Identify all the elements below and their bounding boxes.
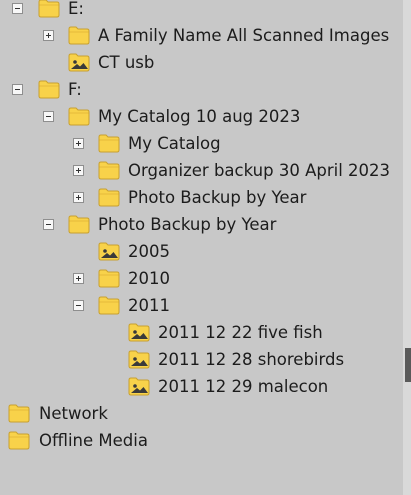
tree-node-label: Offline Media: [39, 431, 148, 450]
folder-icon: [38, 0, 60, 18]
collapse-icon[interactable]: [12, 84, 23, 95]
folder-icon: [98, 134, 120, 153]
tree-node-shorebirds[interactable]: 2011 12 28 shorebirds: [0, 347, 403, 374]
folder-icon: [68, 215, 90, 234]
folder-icon: [38, 80, 60, 99]
folder-icon: [68, 107, 90, 126]
collapse-icon[interactable]: [73, 300, 84, 311]
tree-node-offline-media[interactable]: Offline Media: [0, 428, 403, 455]
scrollbar-thumb[interactable]: [405, 348, 411, 382]
tree-node-label: 2011 12 28 shorebirds: [158, 350, 345, 369]
expand-icon[interactable]: [73, 273, 84, 284]
collapse-icon[interactable]: [43, 219, 54, 230]
tree-node-label: CT usb: [98, 53, 155, 72]
tree-node-2005[interactable]: 2005: [0, 239, 403, 266]
expand-icon[interactable]: [43, 30, 54, 41]
folder-icon: [98, 296, 120, 315]
vertical-scrollbar[interactable]: [403, 0, 411, 495]
folder-icon: [98, 161, 120, 180]
collapse-icon[interactable]: [12, 3, 23, 14]
tree-node-my-catalog[interactable]: My Catalog: [0, 131, 403, 158]
tree-node-family-images[interactable]: A Family Name All Scanned Images: [0, 23, 403, 50]
tree-node-ct-usb[interactable]: CT usb: [0, 50, 403, 77]
image-folder-icon: [68, 53, 90, 72]
folder-icon: [98, 269, 120, 288]
tree-node-label: 2005: [128, 242, 170, 261]
tree-node-label: My Catalog 10 aug 2023: [98, 107, 301, 126]
tree-node-2010[interactable]: 2010: [0, 266, 403, 293]
expand-icon[interactable]: [73, 138, 84, 149]
tree-node-photo-backup-year[interactable]: Photo Backup by Year: [0, 212, 403, 239]
tree-node-label: Network: [39, 404, 108, 423]
tree-node-label: Organizer backup 30 April 2023: [128, 161, 391, 180]
folder-icon: [8, 431, 30, 450]
tree-node-label: Photo Backup by Year: [128, 188, 307, 207]
tree-node-f-drive[interactable]: F:: [0, 77, 403, 104]
expand-icon[interactable]: [73, 192, 84, 203]
tree-node-my-catalog-aug[interactable]: My Catalog 10 aug 2023: [0, 104, 403, 131]
tree-node-label: 2011 12 29 malecon: [158, 377, 329, 396]
tree-node-network[interactable]: Network: [0, 401, 403, 428]
image-folder-icon: [98, 242, 120, 261]
tree-node-label: E:: [68, 0, 84, 18]
folder-icon: [68, 26, 90, 45]
tree-node-malecon[interactable]: 2011 12 29 malecon: [0, 374, 403, 401]
tree-node-label: 2010: [128, 269, 170, 288]
tree-node-five-fish[interactable]: 2011 12 22 five fish: [0, 320, 403, 347]
folder-tree-panel: E: A Family Name All Scanned Images CT u…: [0, 0, 403, 495]
image-folder-icon: [128, 350, 150, 369]
tree-node-label: A Family Name All Scanned Images: [98, 26, 390, 45]
tree-node-label: 2011 12 22 five fish: [158, 323, 323, 342]
folder-icon: [98, 188, 120, 207]
image-folder-icon: [128, 377, 150, 396]
folder-icon: [8, 404, 30, 423]
expand-icon[interactable]: [73, 165, 84, 176]
tree-node-e-drive[interactable]: E:: [0, 0, 403, 23]
image-folder-icon: [128, 323, 150, 342]
tree-node-label: Photo Backup by Year: [98, 215, 277, 234]
tree-node-label: F:: [68, 80, 82, 99]
tree-node-photo-backup-year-sub[interactable]: Photo Backup by Year: [0, 185, 403, 212]
tree-node-label: 2011: [128, 296, 170, 315]
collapse-icon[interactable]: [43, 111, 54, 122]
tree-node-organizer-backup[interactable]: Organizer backup 30 April 2023: [0, 158, 403, 185]
tree-node-label: My Catalog: [128, 134, 221, 153]
tree-node-2011[interactable]: 2011: [0, 293, 403, 320]
